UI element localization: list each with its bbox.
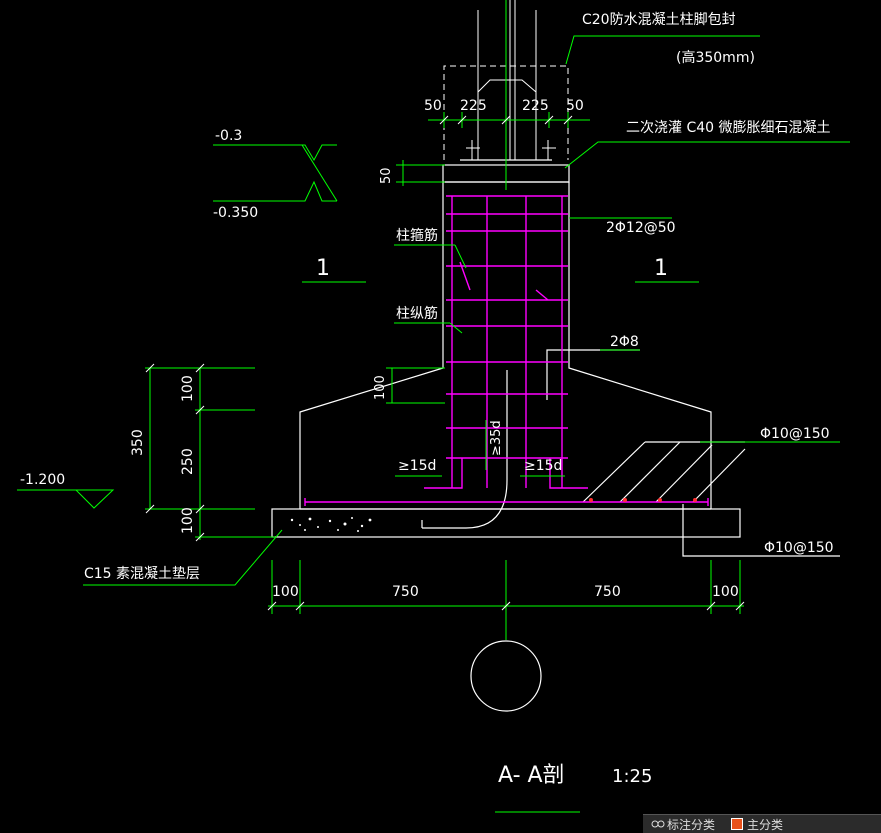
waterproof-note: C20防水混凝土柱脚包封 (582, 12, 736, 28)
anchor-depth: ≥35d (489, 420, 504, 456)
dim-total: 350 (130, 429, 146, 456)
stirrup-label: 柱箍筋 (396, 227, 438, 244)
status-item-main[interactable]: 主分类 (723, 816, 791, 833)
status-item-annotation[interactable]: 标注分类 (643, 816, 723, 833)
section-title: A- A剖 (498, 763, 565, 788)
dim-bottom-2: 750 (392, 584, 419, 600)
dim-top-2: 225 (460, 98, 487, 114)
dim-vert-1: 100 (180, 375, 196, 402)
dim-vert-3: 100 (180, 507, 196, 534)
rebar-top-mesh: Φ10@150 (760, 426, 830, 442)
elevation-mid: -0.350 (213, 205, 258, 221)
section-scale: 1:25 (612, 766, 652, 787)
dim-top-4: 50 (566, 98, 584, 114)
dim-step: 100 (373, 375, 388, 400)
foundation-outline (271, 159, 840, 712)
link-icon (651, 818, 665, 830)
dim-vert-2: 250 (180, 448, 196, 475)
dim-top-1: 50 (424, 98, 442, 114)
waterproof-height: (高350mm) (676, 49, 755, 66)
status-item-main-label: 主分类 (747, 817, 784, 832)
dim-bottom-1: 100 (272, 584, 299, 600)
dimension-ticks (145, 115, 745, 611)
drawing-canvas[interactable]: C20防水混凝土柱脚包封 (高350mm) 二次浇灌 C40 微膨胀细石混凝土 … (0, 0, 881, 832)
cushion-texture (290, 517, 372, 532)
rebar-2phi12: 2Φ12@50 (606, 220, 676, 236)
column-section (466, 0, 556, 160)
cushion-label: C15 素混凝土垫层 (84, 566, 200, 582)
anchor-left: ≥15d (398, 458, 436, 474)
color-swatch-icon (731, 818, 744, 830)
elevation-top: -0.3 (215, 128, 242, 144)
dim-bottom-3: 750 (594, 584, 621, 600)
section-mark-left: 1 (316, 256, 330, 281)
anchor-right: ≥15d (524, 458, 562, 474)
dim-bottom-4: 100 (712, 584, 739, 600)
status-bar: 标注分类 主分类 (643, 814, 881, 833)
rebar-2phi8: 2Φ8 (610, 334, 639, 350)
dim-top-3: 225 (522, 98, 549, 114)
status-item-annotation-label: 标注分类 (667, 817, 716, 832)
dim-grout: 50 (379, 167, 394, 184)
section-mark-right: 1 (654, 256, 668, 281)
grout-note: 二次浇灌 C40 微膨胀细石混凝土 (626, 119, 831, 136)
longitudinal-label: 柱纵筋 (396, 305, 438, 322)
rebar-bottom-mesh: Φ10@150 (764, 540, 834, 556)
elevation-bottom: -1.200 (20, 472, 65, 488)
